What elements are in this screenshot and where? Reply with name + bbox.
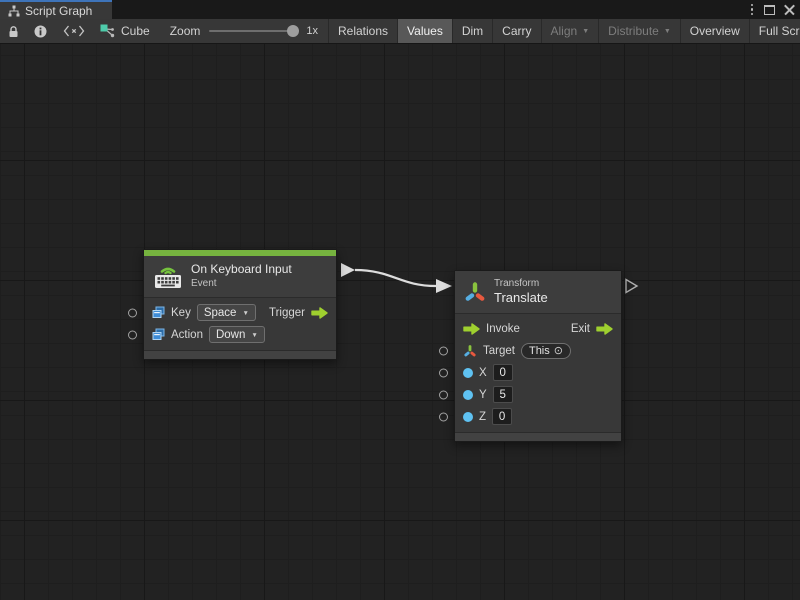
values-button[interactable]: Values bbox=[398, 19, 452, 43]
x-label: X bbox=[479, 367, 487, 379]
node-title: Translate bbox=[494, 290, 548, 307]
lock-button[interactable] bbox=[0, 19, 27, 43]
exit-flow-arrow-icon[interactable] bbox=[596, 323, 613, 335]
graph-hierarchy-icon bbox=[8, 5, 20, 17]
node-body: Invoke Exit Target This bbox=[455, 314, 621, 432]
code-brackets-icon bbox=[63, 25, 85, 37]
key-input-port[interactable] bbox=[128, 308, 137, 317]
node-footer bbox=[455, 432, 621, 441]
tab-script-graph[interactable]: Script Graph bbox=[0, 0, 112, 19]
key-label: Key bbox=[171, 307, 191, 319]
invoke-label: Invoke bbox=[486, 323, 520, 335]
z-input-port[interactable] bbox=[439, 412, 448, 421]
node-body: Key Space ▼ Trigger bbox=[144, 298, 336, 350]
action-type-icon bbox=[152, 328, 165, 341]
toolbar-right-group: Relations Values Dim Carry Align▼ Distri… bbox=[328, 19, 800, 43]
port-row-z: Z 0 bbox=[463, 406, 613, 428]
full-screen-button[interactable]: Full Screen bbox=[750, 19, 800, 43]
exit-output-triangle[interactable] bbox=[626, 280, 637, 293]
port-row-y: Y 5 bbox=[463, 384, 613, 406]
chevron-down-icon: ▼ bbox=[664, 28, 671, 35]
node-transform-translate[interactable]: Transform Translate Invoke Exit bbox=[454, 270, 622, 442]
chevron-down-icon: ▼ bbox=[582, 28, 589, 35]
target-object-button[interactable]: This ⊙ bbox=[521, 343, 571, 359]
node-subtitle: Event bbox=[191, 278, 292, 291]
graph-target-selector[interactable]: Cube bbox=[94, 19, 160, 43]
graph-node-icon bbox=[100, 24, 115, 38]
port-row-x: X 0 bbox=[463, 362, 613, 384]
relations-button[interactable]: Relations bbox=[329, 19, 397, 43]
tab-title: Script Graph bbox=[25, 4, 92, 18]
y-input-port[interactable] bbox=[439, 390, 448, 399]
wire-layer bbox=[0, 44, 800, 600]
menu-kebab-icon[interactable] bbox=[749, 4, 756, 16]
port-row-target: Target This ⊙ bbox=[463, 340, 613, 362]
port-row-invoke: Invoke Exit bbox=[463, 318, 613, 340]
node-title: On Keyboard Input bbox=[191, 262, 292, 277]
chevron-down-icon: ▼ bbox=[242, 310, 248, 317]
node-header[interactable]: Transform Translate bbox=[455, 271, 621, 314]
action-label: Action bbox=[171, 329, 203, 341]
action-dropdown[interactable]: Down ▼ bbox=[209, 326, 265, 343]
y-value-field[interactable]: 5 bbox=[493, 386, 513, 403]
info-button[interactable] bbox=[27, 19, 54, 43]
chevron-down-icon: ▼ bbox=[251, 332, 257, 339]
close-icon[interactable] bbox=[784, 4, 795, 15]
wire-arrowhead bbox=[436, 279, 452, 293]
graph-target-label: Cube bbox=[121, 24, 150, 38]
key-dropdown[interactable]: Space ▼ bbox=[197, 304, 256, 321]
trigger-invoke-wire[interactable] bbox=[355, 270, 436, 286]
zoom-label: Zoom bbox=[170, 24, 201, 38]
transform-axes-icon bbox=[464, 281, 486, 303]
code-view-button[interactable] bbox=[54, 19, 94, 43]
distribute-dropdown-button[interactable]: Distribute▼ bbox=[599, 19, 680, 43]
z-value-field[interactable]: 0 bbox=[492, 408, 512, 425]
port-row-key: Key Space ▼ Trigger bbox=[152, 302, 328, 324]
object-picker-icon: ⊙ bbox=[554, 344, 563, 357]
invoke-flow-arrow-icon[interactable] bbox=[463, 323, 480, 335]
value-port-dot-icon bbox=[463, 368, 473, 378]
x-input-port[interactable] bbox=[439, 368, 448, 377]
maximize-icon[interactable] bbox=[764, 5, 775, 15]
lock-icon bbox=[7, 25, 20, 38]
zoom-control: Zoom 1x bbox=[160, 19, 328, 43]
z-label: Z bbox=[479, 411, 486, 423]
node-category: Transform bbox=[494, 277, 548, 290]
x-value-field[interactable]: 0 bbox=[493, 364, 513, 381]
dim-button[interactable]: Dim bbox=[453, 19, 492, 43]
carry-button[interactable]: Carry bbox=[493, 19, 540, 43]
wire-source-triangle[interactable] bbox=[341, 263, 355, 277]
trigger-label: Trigger bbox=[269, 307, 305, 319]
window-controls bbox=[749, 3, 796, 16]
align-dropdown-button[interactable]: Align▼ bbox=[542, 19, 599, 43]
target-label: Target bbox=[483, 345, 515, 357]
y-label: Y bbox=[479, 389, 487, 401]
zoom-slider-knob[interactable] bbox=[287, 25, 299, 37]
node-header[interactable]: On Keyboard Input Event bbox=[144, 256, 336, 298]
trigger-flow-arrow-icon[interactable] bbox=[311, 307, 328, 319]
key-type-icon bbox=[152, 306, 165, 319]
graph-canvas[interactable]: On Keyboard Input Event Key Space ▼ bbox=[0, 44, 800, 600]
tab-bar: Script Graph bbox=[0, 0, 800, 19]
port-row-action: Action Down ▼ bbox=[152, 324, 328, 346]
script-graph-window: Script Graph bbox=[0, 0, 800, 600]
node-on-keyboard-input[interactable]: On Keyboard Input Event Key Space ▼ bbox=[143, 249, 337, 360]
info-icon bbox=[34, 25, 47, 38]
target-input-port[interactable] bbox=[439, 346, 448, 355]
zoom-slider[interactable] bbox=[209, 30, 297, 32]
keyboard-icon bbox=[153, 262, 183, 290]
value-port-dot-icon bbox=[463, 412, 473, 422]
transform-axes-icon bbox=[463, 344, 477, 358]
value-port-dot-icon bbox=[463, 390, 473, 400]
action-input-port[interactable] bbox=[128, 330, 137, 339]
exit-label: Exit bbox=[571, 323, 590, 335]
node-footer bbox=[144, 350, 336, 359]
zoom-value: 1x bbox=[306, 25, 318, 37]
graph-toolbar: Cube Zoom 1x Relations Values Dim Carry … bbox=[0, 19, 800, 44]
overview-button[interactable]: Overview bbox=[681, 19, 749, 43]
